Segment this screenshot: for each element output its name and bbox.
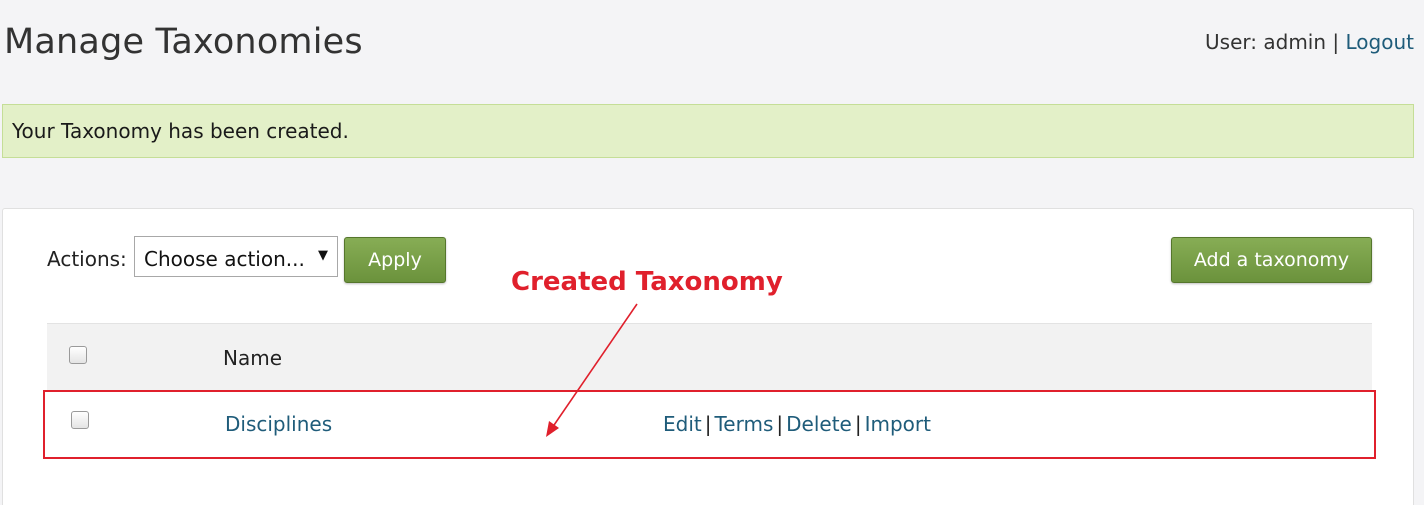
apply-button[interactable]: Apply: [344, 237, 446, 283]
manage-taxonomies-page: Manage Taxonomies User: admin | Logout Y…: [0, 0, 1424, 505]
add-taxonomy-button[interactable]: Add a taxonomy: [1171, 237, 1372, 283]
import-link[interactable]: Import: [865, 412, 931, 436]
edit-link[interactable]: Edit: [663, 412, 702, 436]
user-label: User: admin: [1205, 30, 1327, 54]
logout-link[interactable]: Logout: [1346, 30, 1414, 54]
success-message: Your Taxonomy has been created.: [2, 104, 1414, 158]
table-header: Name: [47, 323, 1372, 390]
table-row: Disciplines Edit | Terms | Delete | Import: [47, 390, 1372, 458]
action-separator: |: [704, 412, 712, 436]
bulk-action-value: Choose action...: [144, 247, 305, 271]
annotation-label: Created Taxonomy: [511, 267, 783, 297]
delete-link[interactable]: Delete: [786, 412, 852, 436]
taxonomy-name-link[interactable]: Disciplines: [225, 412, 332, 436]
bulk-action-select[interactable]: Choose action... ▼: [134, 236, 338, 277]
row-actions: Edit | Terms | Delete | Import: [663, 412, 931, 436]
row-checkbox[interactable]: [71, 411, 89, 429]
user-area: User: admin | Logout: [1205, 30, 1414, 54]
taxonomy-panel: Actions: Choose action... ▼ Apply Add a …: [2, 208, 1414, 505]
action-separator: |: [776, 412, 784, 436]
taxonomy-table: Name Disciplines Edit | Terms | Delete | Impor…: [47, 323, 1372, 458]
page-title: Manage Taxonomies: [4, 22, 363, 62]
select-all-checkbox[interactable]: [69, 346, 87, 364]
terms-link[interactable]: Terms: [714, 412, 773, 436]
column-header-name: Name: [223, 346, 283, 370]
dropdown-caret-icon: ▼: [318, 248, 328, 263]
action-separator: |: [854, 412, 862, 436]
actions-label: Actions:: [47, 247, 127, 271]
user-separator: |: [1332, 30, 1340, 54]
